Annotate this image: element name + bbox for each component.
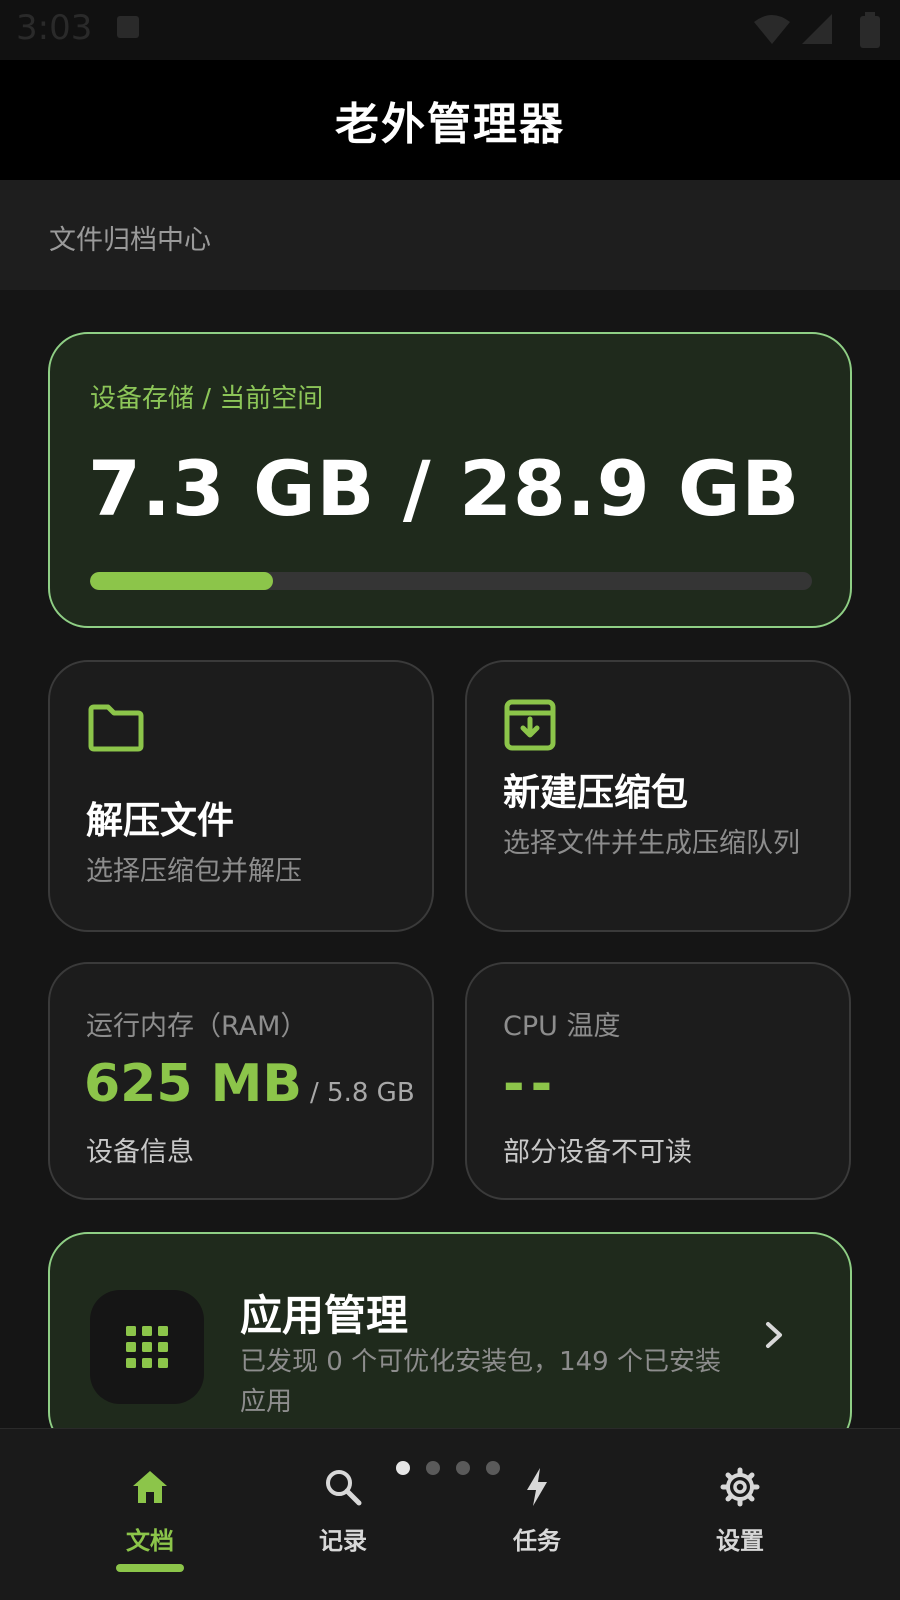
search-icon: [323, 1465, 363, 1509]
app-management-subtitle: 已发现 0 个可优化安装包，149 个已安装应用: [240, 1347, 721, 1417]
app-management-card[interactable]: 应用管理 已发现 0 个可优化安装包，149 个已安装应用: [48, 1232, 852, 1452]
nav-item-settings[interactable]: 设置: [670, 1465, 810, 1585]
section-label: 文件归档中心: [49, 225, 211, 256]
ram-value: 625 MB/ 5.8 GB: [84, 1054, 415, 1114]
ram-tile[interactable]: 运行内存（RAM） 625 MB/ 5.8 GB 设备信息: [48, 962, 434, 1200]
nav-label: 文档: [126, 1527, 174, 1555]
page-dot[interactable]: [426, 1461, 440, 1475]
status-time: 3:03: [16, 8, 93, 48]
storage-value: 7.3 GB / 28.9 GB: [88, 444, 801, 533]
wifi-icon: [752, 12, 792, 50]
grid-icon: [90, 1290, 204, 1404]
cpu-label: CPU 温度: [503, 1011, 621, 1042]
archive-download-icon: [503, 698, 557, 756]
new-archive-subtitle: 选择文件并生成压缩队列: [503, 828, 800, 859]
chevron-right-icon[interactable]: [762, 1320, 786, 1354]
folder-icon: [86, 702, 146, 758]
signal-icon: [800, 12, 834, 50]
storage-card[interactable]: 设备存储 / 当前空间 7.3 GB / 28.9 GB: [48, 332, 852, 628]
nav-label: 设置: [716, 1527, 764, 1555]
nav-item-documents[interactable]: 文档: [80, 1465, 220, 1585]
lightning-icon: [523, 1465, 551, 1509]
extract-subtitle: 选择压缩包并解压: [86, 856, 302, 887]
cpu-subtext: 部分设备不可读: [503, 1137, 692, 1168]
app-management-title: 应用管理: [240, 1291, 409, 1340]
home-icon: [130, 1465, 170, 1509]
new-archive-title: 新建压缩包: [503, 771, 688, 814]
storage-progress-fill: [90, 572, 273, 590]
storage-progress-bar: [90, 572, 812, 590]
bottom-navigation: 文档 记录 任务 设置: [0, 1428, 900, 1600]
ram-total: / 5.8 GB: [310, 1078, 415, 1108]
section-header: 文件归档中心: [0, 180, 900, 290]
battery-icon: [858, 12, 882, 54]
nav-item-records[interactable]: 记录: [273, 1465, 413, 1585]
storage-caption: 设备存储 / 当前空间: [90, 384, 324, 414]
cpu-temp-tile[interactable]: CPU 温度 -- 部分设备不可读: [465, 962, 851, 1200]
nav-label: 任务: [513, 1527, 561, 1555]
cpu-value: --: [503, 1054, 559, 1114]
gear-icon: [720, 1465, 760, 1509]
nav-label: 记录: [319, 1527, 367, 1555]
nav-item-tasks[interactable]: 任务: [467, 1465, 607, 1585]
notification-icon: [115, 12, 141, 46]
ram-subtext: 设备信息: [86, 1137, 194, 1168]
nav-active-indicator: [116, 1564, 184, 1572]
app-title: 老外管理器: [335, 99, 565, 150]
ram-label: 运行内存（RAM）: [86, 1011, 308, 1042]
new-archive-tile[interactable]: 新建压缩包 选择文件并生成压缩队列: [465, 660, 851, 932]
ram-used: 625 MB: [84, 1054, 303, 1114]
app-bar: 老外管理器: [0, 60, 900, 180]
status-bar: 3:03: [0, 0, 900, 60]
extract-title: 解压文件: [86, 799, 234, 842]
extract-files-tile[interactable]: 解压文件 选择压缩包并解压: [48, 660, 434, 932]
